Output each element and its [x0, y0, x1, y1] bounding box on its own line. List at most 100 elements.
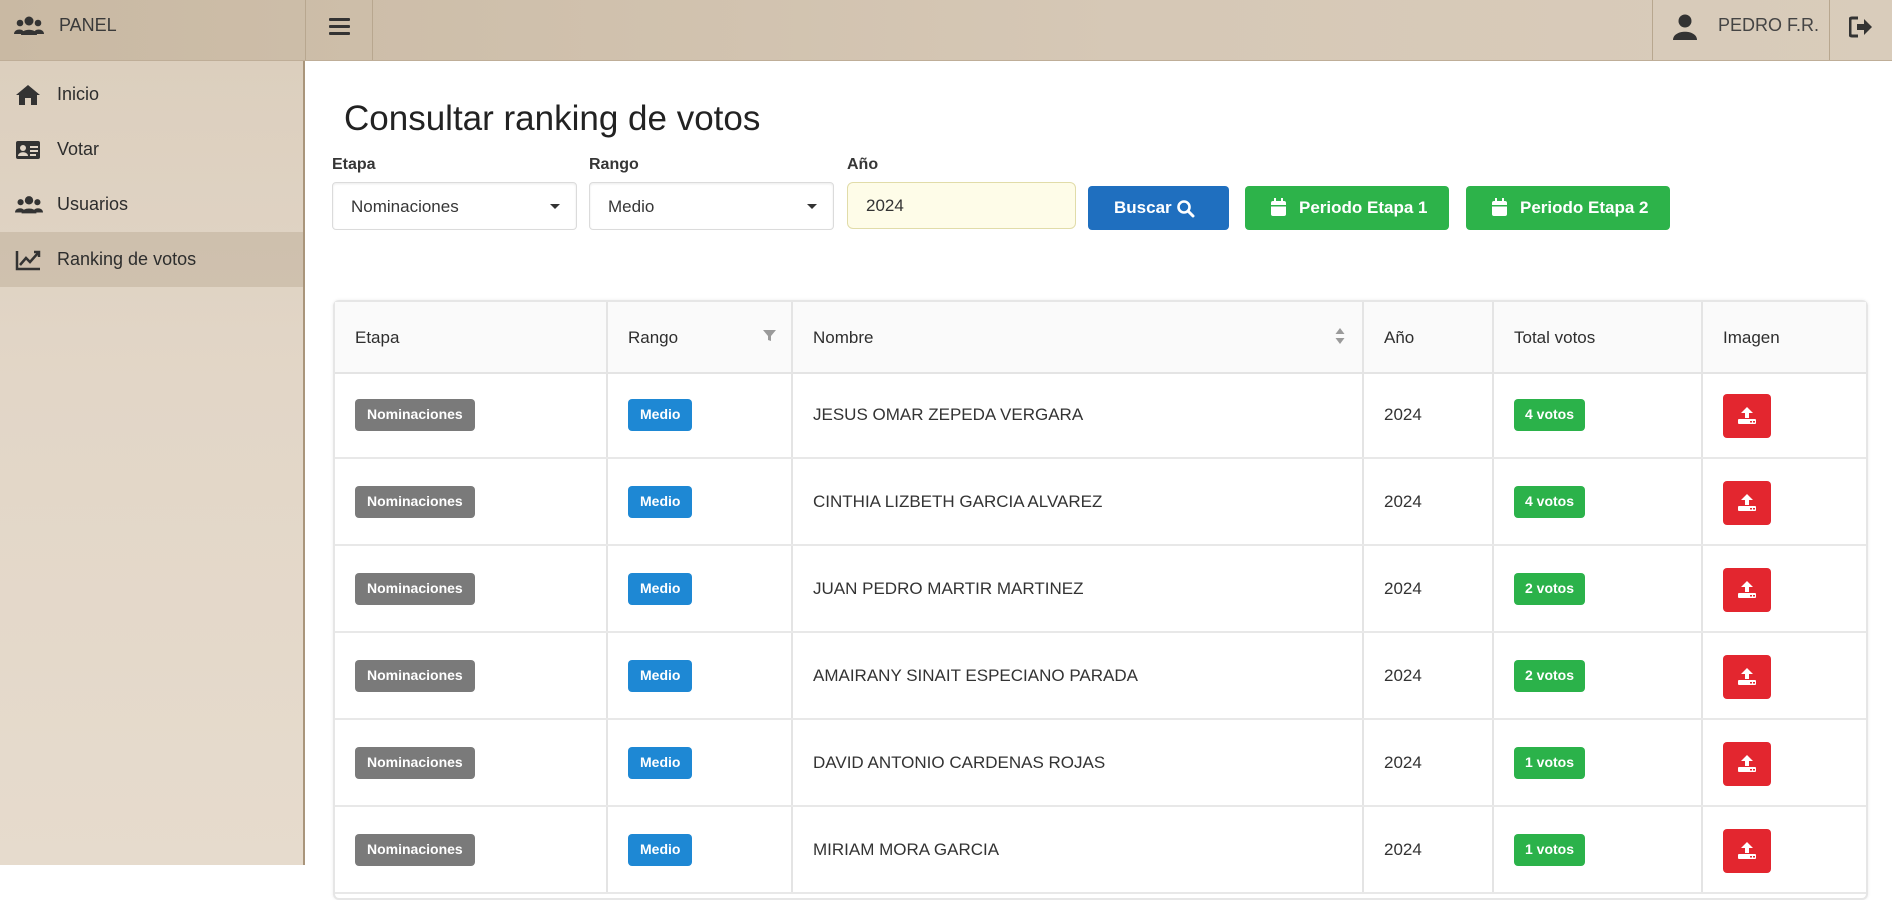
sidebar-item-usuarios[interactable]: Usuarios — [0, 177, 303, 232]
column-header-anio[interactable]: Año — [1364, 302, 1494, 372]
rango-tag: Medio — [628, 573, 693, 605]
column-header-label: Total votos — [1514, 328, 1596, 347]
cell-rango: Medio — [608, 372, 793, 457]
cell-rango: Medio — [608, 807, 793, 892]
table-row: Nominaciones Medio JESUS OMAR ZEPEDA VERGA… — [335, 372, 1866, 459]
nombre-text: MIRIAM MORA GARCIA — [813, 840, 1000, 859]
column-header-label: Etapa — [355, 328, 400, 347]
cell-nombre: JUAN PEDRO MARTIR MARTINEZ — [793, 546, 1364, 631]
cell-total-votos: 1 votos — [1494, 720, 1703, 805]
cell-rango: Medio — [608, 633, 793, 718]
column-header-label: Nombre — [813, 328, 874, 347]
table-row: Nominaciones Medio CINTHIA LIZBETH GARCIA … — [335, 459, 1866, 546]
cell-etapa: Nominaciones — [335, 720, 608, 805]
column-header-label: Imagen — [1723, 328, 1780, 347]
anio-label: Año — [847, 156, 879, 173]
upload-image-button[interactable] — [1723, 568, 1771, 612]
upload-image-button[interactable] — [1723, 742, 1771, 786]
cell-imagen — [1703, 459, 1866, 544]
sidebar-item-inicio[interactable]: Inicio — [0, 67, 303, 122]
upload-image-button[interactable] — [1723, 481, 1771, 525]
etapa-select[interactable]: Nominaciones — [332, 182, 577, 230]
top-navbar: PANEL PEDRO F.R. — [0, 0, 1892, 61]
cell-imagen — [1703, 807, 1866, 892]
cell-etapa: Nominaciones — [335, 459, 608, 544]
sidebar-item-label: Usuarios — [57, 194, 129, 214]
nombre-text: DAVID ANTONIO CARDENAS ROJAS — [813, 753, 1106, 772]
sidebar-item-ranking[interactable]: Ranking de votos — [0, 232, 303, 287]
buscar-button-label: Buscar — [1114, 198, 1172, 217]
etapa-tag: Nominaciones — [355, 399, 475, 431]
logout-button[interactable] — [1829, 0, 1892, 60]
menu-toggle-button[interactable] — [306, 0, 373, 60]
cell-etapa: Nominaciones — [335, 546, 608, 631]
cell-anio: 2024 — [1364, 807, 1494, 892]
upload-icon — [1737, 841, 1757, 865]
anio-input-value: 2024 — [866, 196, 904, 215]
anio-text: 2024 — [1384, 840, 1422, 859]
column-header-total-votos[interactable]: Total votos — [1494, 302, 1703, 372]
periodo-etapa-1-button[interactable]: Periodo Etapa 1 — [1245, 186, 1449, 230]
sidebar-item-votar[interactable]: Votar — [0, 122, 303, 177]
cell-anio: 2024 — [1364, 546, 1494, 631]
cell-total-votos: 2 votos — [1494, 546, 1703, 631]
cell-nombre: MIRIAM MORA GARCIA — [793, 807, 1364, 892]
nombre-text: CINTHIA LIZBETH GARCIA ALVAREZ — [813, 492, 1103, 511]
table-row: Nominaciones Medio DAVID ANTONIO CARDENAS … — [335, 720, 1866, 807]
cell-nombre: JESUS OMAR ZEPEDA VERGARA — [793, 372, 1364, 457]
cell-anio: 2024 — [1364, 459, 1494, 544]
brand[interactable]: PANEL — [0, 0, 306, 60]
upload-image-button[interactable] — [1723, 655, 1771, 699]
column-header-etapa[interactable]: Etapa — [335, 302, 608, 372]
cell-anio: 2024 — [1364, 633, 1494, 718]
calendar-icon — [1270, 198, 1287, 222]
cell-nombre: CINTHIA LIZBETH GARCIA ALVAREZ — [793, 459, 1364, 544]
table-row: Nominaciones Medio JUAN PEDRO MARTIR MARTI… — [335, 546, 1866, 633]
cell-total-votos: 4 votos — [1494, 459, 1703, 544]
column-header-nombre[interactable]: Nombre — [793, 302, 1364, 372]
etapa-tag: Nominaciones — [355, 573, 475, 605]
anio-text: 2024 — [1384, 492, 1422, 511]
rango-tag: Medio — [628, 747, 693, 779]
buscar-button[interactable]: Buscar — [1088, 186, 1229, 230]
periodo-etapa-2-label: Periodo Etapa 2 — [1520, 198, 1649, 217]
rango-select[interactable]: Medio — [589, 182, 834, 230]
anio-text: 2024 — [1384, 579, 1422, 598]
column-header-label: Rango — [628, 328, 679, 347]
user-icon — [1673, 14, 1697, 45]
cell-nombre: DAVID ANTONIO CARDENAS ROJAS — [793, 720, 1364, 805]
chevron-down-icon — [807, 204, 817, 209]
upload-image-button[interactable] — [1723, 394, 1771, 438]
filter-icon[interactable] — [763, 329, 776, 347]
upload-icon — [1737, 493, 1757, 517]
votos-badge: 4 votos — [1514, 399, 1586, 431]
etapa-tag: Nominaciones — [355, 660, 475, 692]
cell-etapa: Nominaciones — [335, 807, 608, 892]
column-header-rango[interactable]: Rango — [608, 302, 793, 372]
cell-total-votos: 4 votos — [1494, 372, 1703, 457]
column-header-imagen[interactable]: Imagen — [1703, 302, 1866, 372]
nombre-text: JESUS OMAR ZEPEDA VERGARA — [813, 405, 1084, 424]
anio-text: 2024 — [1384, 753, 1422, 772]
upload-icon — [1737, 406, 1757, 430]
sort-icon[interactable] — [1335, 327, 1345, 350]
anio-input[interactable]: 2024 — [847, 182, 1076, 229]
cell-total-votos: 1 votos — [1494, 807, 1703, 892]
home-icon — [15, 84, 41, 111]
votos-badge: 1 votos — [1514, 834, 1586, 866]
cell-imagen — [1703, 546, 1866, 631]
page-title: Consultar ranking de votos — [344, 99, 761, 138]
cell-anio: 2024 — [1364, 720, 1494, 805]
upload-image-button[interactable] — [1723, 829, 1771, 873]
votos-badge: 1 votos — [1514, 747, 1586, 779]
sidebar-item-label: Ranking de votos — [57, 249, 197, 269]
rango-tag: Medio — [628, 660, 693, 692]
chevron-down-icon — [550, 204, 560, 209]
sidebar-item-label: Inicio — [57, 84, 100, 104]
rango-select-value: Medio — [608, 197, 655, 216]
etapa-tag: Nominaciones — [355, 747, 475, 779]
cell-imagen — [1703, 720, 1866, 805]
periodo-etapa-2-button[interactable]: Periodo Etapa 2 — [1466, 186, 1670, 230]
user-menu[interactable]: PEDRO F.R. — [1652, 0, 1830, 60]
etapa-tag: Nominaciones — [355, 834, 475, 866]
